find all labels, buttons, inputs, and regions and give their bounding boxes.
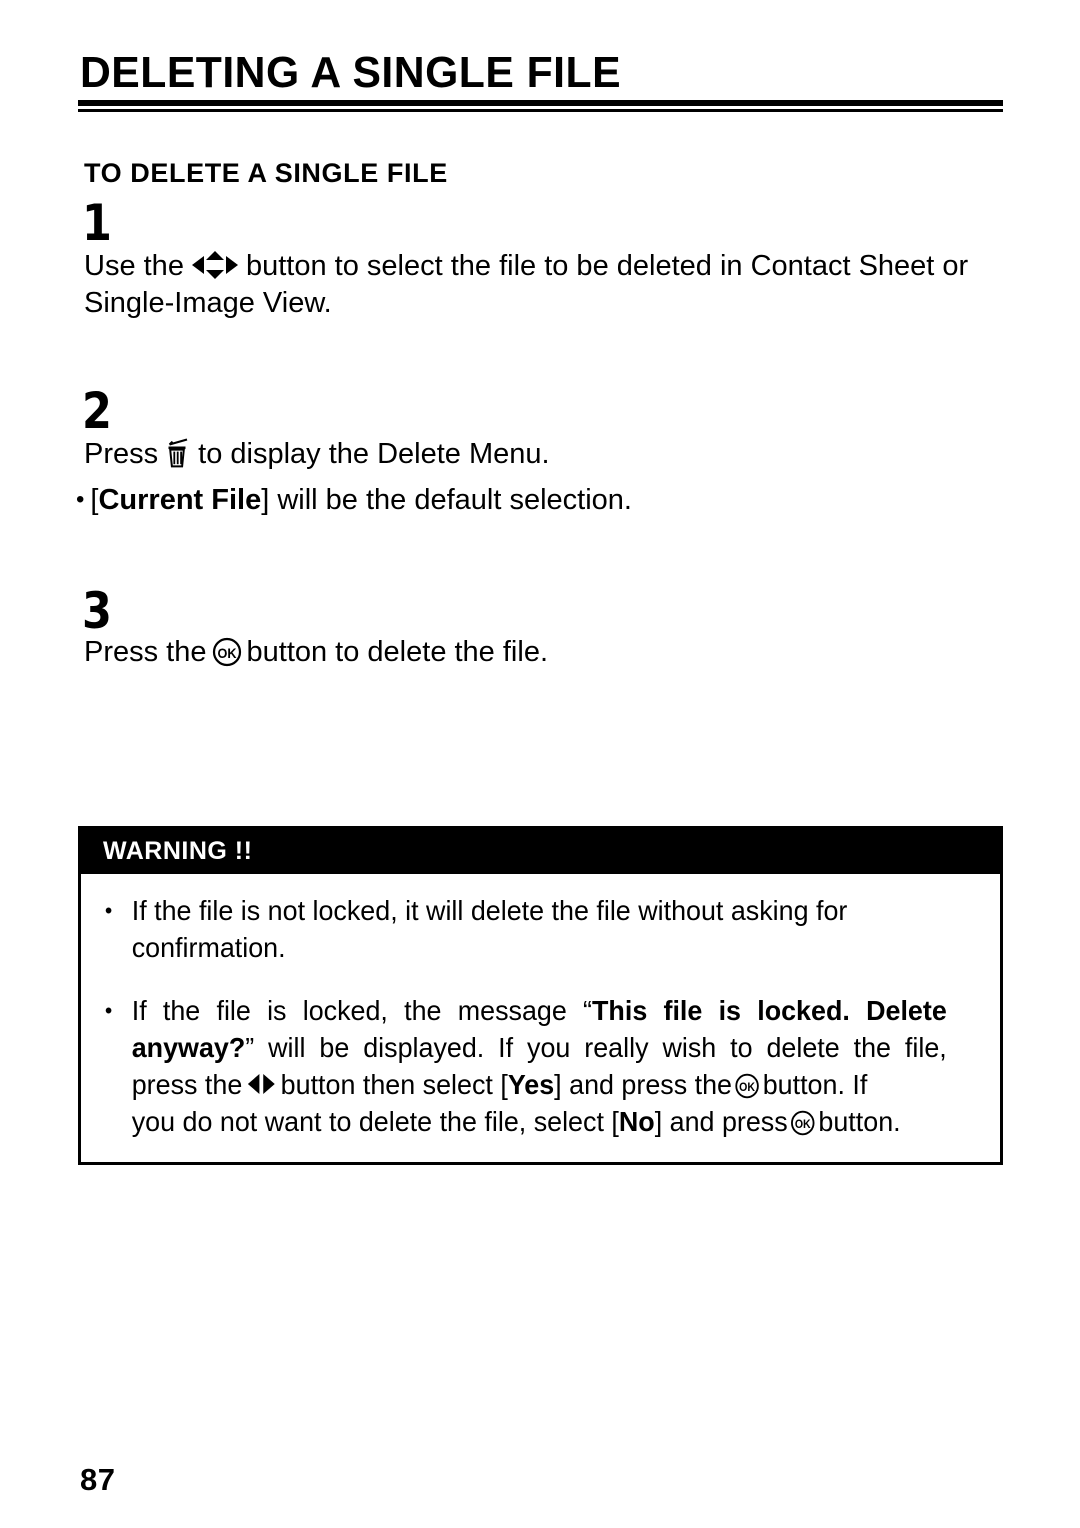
step-number-2: 2	[82, 382, 112, 440]
step-3-text: Press the OK button to delete the file.	[84, 634, 984, 671]
step-3-text-after: button to delete the file.	[246, 636, 549, 668]
warning-box: WARNING !! • If the file is not locked, i…	[78, 826, 1003, 1165]
step-1-text: Use the button to select the file to be d…	[84, 248, 1002, 322]
manual-page: DELETING A SINGLE FILE TO DELETE A SINGL…	[0, 0, 1080, 1528]
warning-item-2-part5: and press the	[569, 1069, 733, 1100]
rule-thin	[78, 109, 1003, 112]
svg-text:OK: OK	[739, 1080, 755, 1094]
page-title: DELETING A SINGLE FILE	[80, 48, 622, 97]
warning-item-2-part2: ” will be displayed. If you really wish …	[245, 1032, 947, 1063]
locked-message-line1: This file is locked. Delete	[592, 995, 947, 1026]
page-number: 87	[80, 1462, 116, 1497]
step-number-3: 3	[82, 582, 112, 640]
warning-item-2-part6: button. If	[762, 1069, 868, 1100]
step-3-text-before: Press the	[84, 636, 207, 668]
step-2-text-before: Press	[84, 438, 159, 470]
warning-body: • If the file is not locked, it will dele…	[81, 874, 1000, 1162]
warning-item-2-part7: you do not want to delete the file, sele…	[131, 1106, 612, 1137]
step-1-text-after: button to select the file to be deleted …	[245, 250, 969, 282]
warning-bullet-dot: •	[104, 898, 113, 923]
step-2-bullet: • [Current File] will be the default sele…	[76, 482, 976, 519]
warning-item-1-lastline: confirmation.	[131, 932, 286, 963]
bracket-close: ]	[654, 1106, 663, 1137]
warning-item-2-part4: button then select	[280, 1069, 493, 1100]
ok-button-icon: OK	[735, 1073, 760, 1099]
warning-item-2-part1: If the file is locked, the message “	[131, 995, 593, 1026]
left-right-arrow-icon	[248, 1071, 275, 1097]
step-2-text: Press to display the Delete Menu.	[84, 436, 984, 473]
step-number-1: 1	[82, 194, 112, 252]
bracket-close: ]	[554, 1069, 562, 1100]
step-2-text-after: to display the Delete Menu.	[198, 438, 550, 470]
warning-item-1-text: If the file is not locked, it will delet…	[131, 895, 848, 926]
warning-item-1: • If the file is not locked, it will dele…	[101, 892, 947, 966]
locked-message-line2: anyway?	[131, 1032, 246, 1063]
trash-icon	[165, 438, 191, 468]
four-way-arrow-icon	[191, 251, 238, 279]
svg-text:OK: OK	[217, 645, 236, 661]
menu-option-yes: Yes	[507, 1069, 555, 1100]
warning-bullet-dot: •	[104, 998, 113, 1023]
warning-header: WARNING !!	[81, 829, 1000, 874]
warning-item-2-part9: button.	[818, 1106, 901, 1137]
warning-item-2-part3: press the	[131, 1069, 243, 1100]
menu-option-current-file: Current File	[98, 484, 262, 516]
step-2-bullet-text: will be the default selection.	[269, 484, 632, 516]
menu-option-no: No	[618, 1106, 655, 1137]
warning-item-2-lastline: you do not want to delete the file, sele…	[132, 1103, 947, 1140]
ok-button-icon: OK	[791, 1110, 816, 1136]
step-1-text-before: Use the	[84, 250, 184, 282]
ok-button-icon: OK	[212, 637, 242, 667]
step-1-text-lastline: Single-Image View.	[84, 287, 332, 319]
title-rule	[78, 100, 1003, 112]
bullet-dot: •	[76, 486, 85, 513]
warning-item-2-part8: and press	[662, 1106, 788, 1137]
bracket-open: [	[500, 1069, 508, 1100]
section-subheading: TO DELETE A SINGLE FILE	[84, 158, 448, 188]
warning-item-2: • If the file is locked, the message “Thi…	[101, 992, 947, 1140]
svg-text:OK: OK	[795, 1117, 811, 1131]
